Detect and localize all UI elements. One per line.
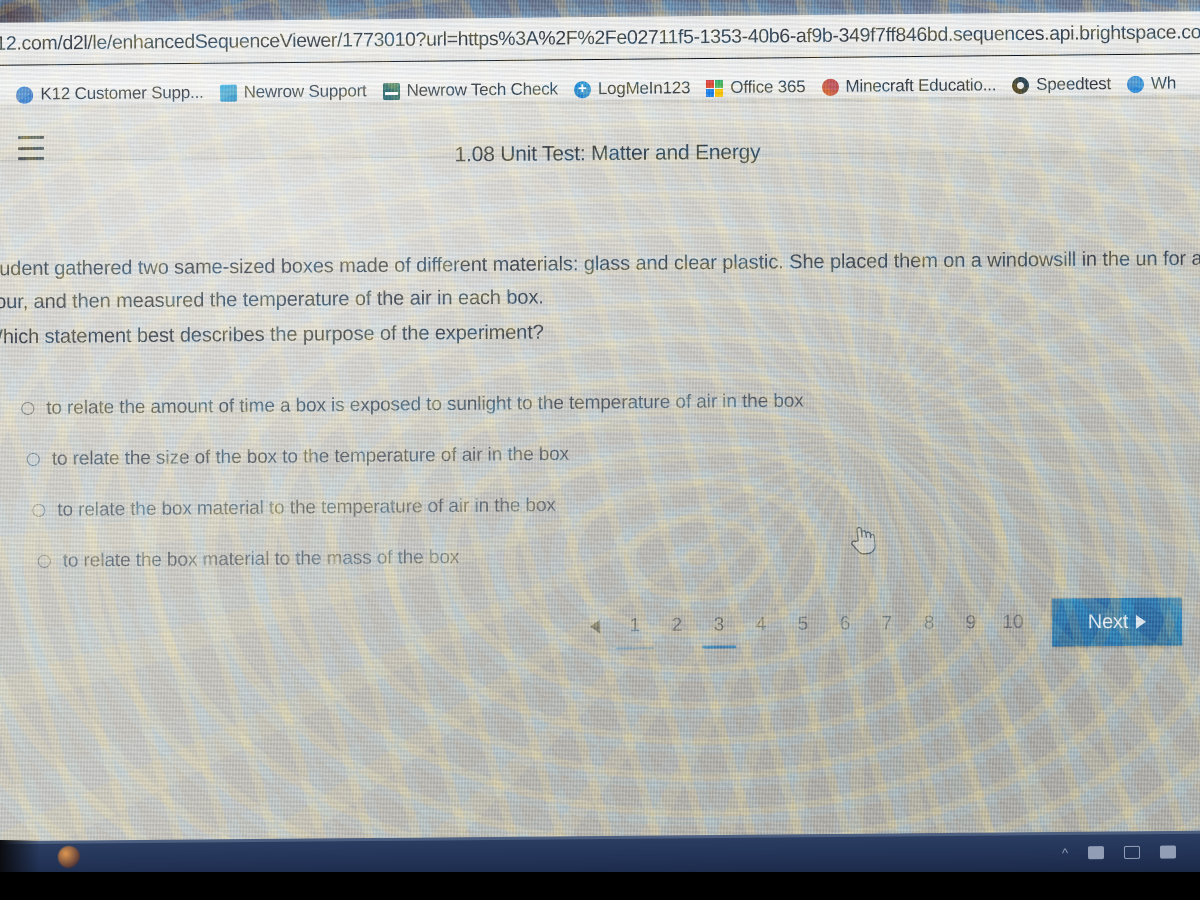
tech-check-icon bbox=[382, 82, 400, 100]
bookmark-label: Office 365 bbox=[730, 77, 806, 97]
right-caret-icon bbox=[1136, 614, 1147, 629]
bookmark-label: Newrow Support bbox=[243, 81, 367, 102]
logmein-icon bbox=[573, 80, 591, 98]
question-stem: student gathered two same-sized boxes ma… bbox=[0, 247, 1200, 314]
network-icon[interactable] bbox=[1087, 846, 1105, 860]
bookmark-item-logmein123[interactable]: LogMeIn123 bbox=[573, 78, 691, 99]
bookmark-item-y-info[interactable]: y Info bbox=[0, 85, 1, 105]
bookmark-label: Speedtest bbox=[1036, 74, 1112, 94]
bookmark-label: K12 Customer Supp... bbox=[40, 82, 204, 104]
bookmark-item-k12-customer-support[interactable]: K12 Customer Supp... bbox=[16, 82, 204, 105]
cloud-icon bbox=[16, 86, 34, 104]
system-tray: ^ bbox=[1062, 845, 1177, 860]
left-triangle-icon[interactable] bbox=[589, 619, 601, 634]
office-365-icon bbox=[706, 79, 724, 97]
bookmark-item-newrow-tech-check[interactable]: Newrow Tech Check bbox=[382, 79, 558, 101]
bookmark-label: y Info bbox=[0, 85, 1, 105]
page-number-2[interactable]: 2 bbox=[656, 615, 698, 637]
next-button-label: Next bbox=[1087, 610, 1129, 633]
bookmark-label: LogMeIn123 bbox=[597, 78, 691, 99]
bookmark-item-speedtest[interactable]: Speedtest bbox=[1012, 74, 1111, 95]
pointing-hand-cursor bbox=[851, 526, 876, 555]
bookmark-item-wh[interactable]: Wh bbox=[1126, 73, 1177, 94]
answer-option-label: to relate the size of the box to the tem… bbox=[51, 443, 570, 470]
page-number-3[interactable]: 3 bbox=[698, 614, 740, 636]
speaker-icon[interactable] bbox=[1123, 845, 1141, 859]
page-number-7[interactable]: 7 bbox=[866, 613, 908, 635]
bookmark-label: Minecraft Educatio... bbox=[845, 75, 997, 96]
radio-button-icon[interactable] bbox=[37, 554, 51, 568]
page-number-6[interactable]: 6 bbox=[824, 613, 866, 635]
screen-photo: ng.k12.com/d2l/le/enhancedSequenceViewer… bbox=[0, 0, 1200, 900]
page-number-8[interactable]: 8 bbox=[908, 612, 950, 634]
page-number-9[interactable]: 9 bbox=[950, 612, 992, 634]
answer-option-label: to relate the amount of time a box is ex… bbox=[46, 390, 804, 419]
bookmark-item-newrow-support[interactable]: Newrow Support bbox=[219, 81, 367, 102]
chevron-up-icon[interactable]: ^ bbox=[1062, 845, 1068, 860]
next-button[interactable]: Next bbox=[1051, 597, 1183, 647]
battery-icon[interactable] bbox=[1159, 845, 1177, 859]
page-number-1[interactable]: 1 bbox=[614, 615, 656, 637]
radio-button-icon[interactable] bbox=[26, 452, 40, 467]
answer-option-label: to relate the box material to the mass o… bbox=[62, 546, 460, 572]
speedtest-icon bbox=[1012, 76, 1030, 94]
bookmark-label: Newrow Tech Check bbox=[406, 79, 558, 100]
radio-button-icon[interactable] bbox=[32, 503, 46, 517]
taskbar-app-icon[interactable] bbox=[57, 845, 81, 869]
page-number-4[interactable]: 4 bbox=[740, 614, 782, 636]
photo-bottom-border bbox=[0, 872, 1200, 900]
newrow-icon bbox=[219, 84, 237, 102]
bookmark-item-office-365[interactable]: Office 365 bbox=[706, 77, 806, 98]
page-number-10[interactable]: 10 bbox=[992, 612, 1034, 634]
bookmark-label: Wh bbox=[1150, 73, 1177, 93]
answer-option-label: to relate the box material to the temper… bbox=[57, 494, 556, 521]
answer-option-d[interactable]: to relate the box material to the mass o… bbox=[1, 526, 1101, 588]
page-number-5[interactable]: 5 bbox=[782, 614, 824, 636]
answer-options: to relate the amount of time a box is ex… bbox=[0, 373, 1101, 588]
radio-button-icon[interactable] bbox=[21, 401, 35, 416]
minecraft-icon bbox=[821, 78, 839, 96]
question-pagination: 1 2 3 4 5 6 7 8 9 10 Next bbox=[589, 597, 1190, 650]
globe-icon bbox=[1126, 75, 1145, 93]
bookmark-item-minecraft-education[interactable]: Minecraft Educatio... bbox=[821, 75, 996, 97]
